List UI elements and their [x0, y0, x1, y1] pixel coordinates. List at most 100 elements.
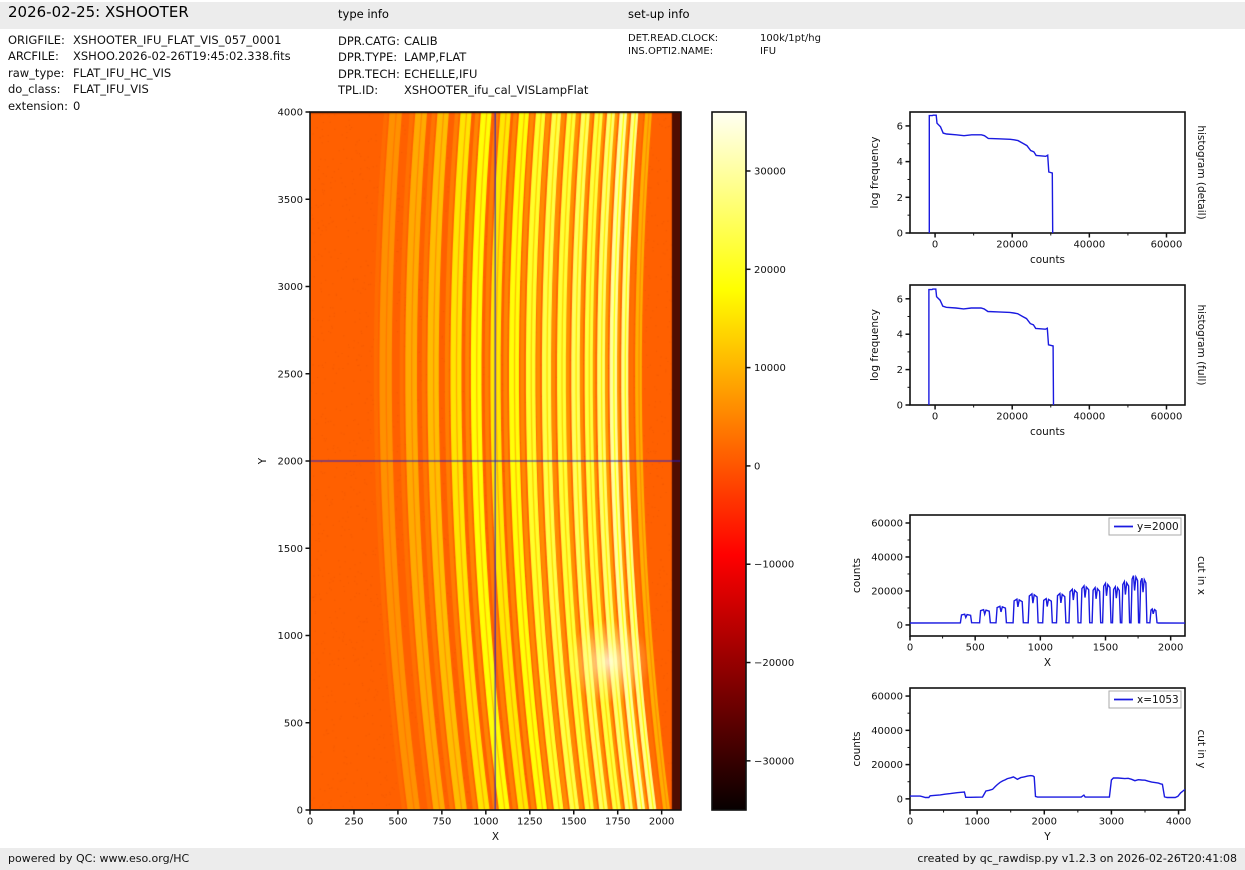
type-info-row: DPR.CATG: CALIB	[338, 33, 588, 49]
svg-text:histogram (full): histogram (full)	[1195, 305, 1207, 386]
svg-text:0: 0	[307, 816, 313, 827]
svg-text:counts: counts	[1030, 426, 1065, 438]
svg-text:1500: 1500	[561, 816, 586, 827]
cutx-panel: 0 500 1000 1500 20000200004000060000Xcounts c…	[851, 515, 1207, 669]
svg-text:0: 0	[932, 411, 938, 422]
svg-text:4000: 4000	[1166, 816, 1191, 827]
read-clock-value: 100k/1pt/hg	[760, 33, 821, 44]
svg-text:2000: 2000	[649, 816, 674, 827]
svg-text:0: 0	[907, 642, 913, 653]
svg-text:20000: 20000	[996, 239, 1028, 250]
origfile-label: ORIGFILE:	[8, 32, 73, 48]
svg-text:1000: 1000	[278, 631, 303, 642]
svg-text:60000: 60000	[871, 692, 903, 703]
raw-flat-image	[310, 112, 681, 810]
svg-text:0: 0	[897, 229, 903, 240]
setup-info-heading: set-up info	[628, 7, 690, 21]
svg-text:cut in y: cut in y	[1195, 729, 1207, 768]
svg-text:1500: 1500	[1093, 642, 1118, 653]
svg-text:60000: 60000	[1151, 411, 1183, 422]
dpr-tech-value: ECHELLE,IFU	[404, 67, 477, 81]
arcfile-value: XSHOO.2026-02-26T19:45:02.338.fits	[73, 49, 291, 63]
file-info-row: ORIGFILE: XSHOOTER_IFU_FLAT_VIS_057_0001	[8, 32, 291, 48]
arcfile-label: ARCFILE:	[8, 48, 73, 64]
type-info-row: DPR.TECH: ECHELLE,IFU	[338, 66, 588, 82]
svg-text:1000: 1000	[473, 816, 498, 827]
svg-text:250: 250	[344, 816, 363, 827]
type-info-block: DPR.CATG: CALIB DPR.TYPE: LAMP,FLAT DPR.TE…	[338, 33, 588, 99]
hist2-panel: 0 20000 40000 60000 0 2 4 6 counts log frequency h…	[869, 285, 1207, 438]
setup-info-row: DET.READ.CLOCK: 100k/1pt/hg	[628, 33, 821, 46]
svg-text:2000: 2000	[1032, 816, 1057, 827]
svg-text:0: 0	[932, 239, 938, 250]
svg-text:1500: 1500	[278, 544, 303, 555]
svg-text:20000: 20000	[871, 760, 903, 771]
svg-text:2: 2	[897, 193, 903, 204]
extension-label: extension:	[8, 98, 73, 114]
svg-text:Y: Y	[1043, 831, 1051, 843]
svg-text:20000: 20000	[871, 586, 903, 597]
tpl-id-label: TPL.ID:	[338, 82, 404, 98]
svg-text:Y: Y	[257, 457, 269, 465]
doclass-label: do_class:	[8, 81, 73, 97]
bottom-status-bar: powered by QC: www.eso.org/HC created by…	[0, 848, 1245, 870]
svg-text:500: 500	[284, 718, 303, 729]
svg-text:2500: 2500	[278, 369, 303, 380]
svg-text:0: 0	[897, 794, 903, 805]
svg-text:3000: 3000	[278, 282, 303, 293]
file-info-block: ORIGFILE: XSHOOTER_IFU_FLAT_VIS_057_0001 …	[8, 32, 291, 114]
created-by-text: created by qc_rawdisp.py v1.2.3 on 2026-…	[917, 852, 1237, 865]
opti2-name-value: IFU	[760, 46, 776, 57]
svg-text:1000: 1000	[964, 816, 989, 827]
svg-text:histogram (detail): histogram (detail)	[1195, 125, 1207, 219]
doclass-value: FLAT_IFU_VIS	[73, 82, 149, 96]
dpr-catg-value: CALIB	[404, 34, 438, 48]
dpr-type-label: DPR.TYPE:	[338, 49, 404, 65]
type-info-row: DPR.TYPE: LAMP,FLAT	[338, 49, 588, 65]
type-info-row: TPL.ID: XSHOOTER_ifu_cal_VISLampFlat	[338, 82, 588, 98]
svg-text:750: 750	[432, 816, 451, 827]
svg-text:log frequency: log frequency	[869, 309, 881, 381]
dpr-type-value: LAMP,FLAT	[404, 50, 466, 64]
svg-text:2000: 2000	[1158, 642, 1183, 653]
svg-text:60000: 60000	[1151, 239, 1183, 250]
file-info-row: extension: 0	[8, 98, 291, 114]
svg-text:10000: 10000	[754, 363, 786, 374]
cuty-panel: 0 1000 2000 3000 40000200004000060000Ycounts…	[851, 688, 1207, 843]
dpr-tech-label: DPR.TECH:	[338, 66, 404, 82]
svg-text:1750: 1750	[605, 816, 630, 827]
opti2-name-label: INS.OPTI2.NAME:	[628, 46, 760, 59]
read-clock-label: DET.READ.CLOCK:	[628, 33, 760, 46]
svg-text:40000: 40000	[1073, 239, 1105, 250]
setup-info-row: INS.OPTI2.NAME: IFU	[628, 46, 821, 59]
cuty-curve	[910, 776, 1185, 798]
hist1-curve	[929, 115, 1052, 233]
svg-text:60000: 60000	[871, 518, 903, 529]
svg-text:4: 4	[897, 330, 903, 341]
svg-text:0: 0	[907, 816, 913, 827]
svg-text:40000: 40000	[871, 552, 903, 563]
svg-text:−30000: −30000	[754, 756, 794, 767]
svg-text:2000: 2000	[278, 457, 303, 468]
svg-text:counts: counts	[851, 731, 863, 766]
file-info-row: raw_type: FLAT_IFU_HC_VIS	[8, 65, 291, 81]
svg-text:−20000: −20000	[754, 658, 794, 669]
dpr-catg-label: DPR.CATG:	[338, 33, 404, 49]
svg-text:3000: 3000	[1099, 816, 1124, 827]
svg-text:4: 4	[897, 157, 903, 168]
cbar-panel: 30000 20000 10000 0 −10000 −20000 −30000	[712, 112, 794, 810]
svg-text:x=1053: x=1053	[1137, 694, 1179, 706]
svg-text:y=2000: y=2000	[1137, 521, 1179, 533]
svg-text:20000: 20000	[754, 265, 786, 276]
svg-text:−10000: −10000	[754, 560, 794, 571]
svg-text:6: 6	[897, 121, 903, 132]
type-info-heading: type info	[338, 7, 389, 21]
extension-value: 0	[73, 99, 80, 113]
page-title: 2026-02-25: XSHOOTER	[8, 3, 189, 21]
powered-by-text: powered by QC: www.eso.org/HC	[8, 852, 189, 865]
svg-text:2: 2	[897, 365, 903, 376]
svg-text:X: X	[492, 831, 499, 843]
svg-text:0: 0	[754, 461, 760, 472]
svg-text:log frequency: log frequency	[869, 136, 881, 208]
svg-text:1000: 1000	[1028, 642, 1053, 653]
